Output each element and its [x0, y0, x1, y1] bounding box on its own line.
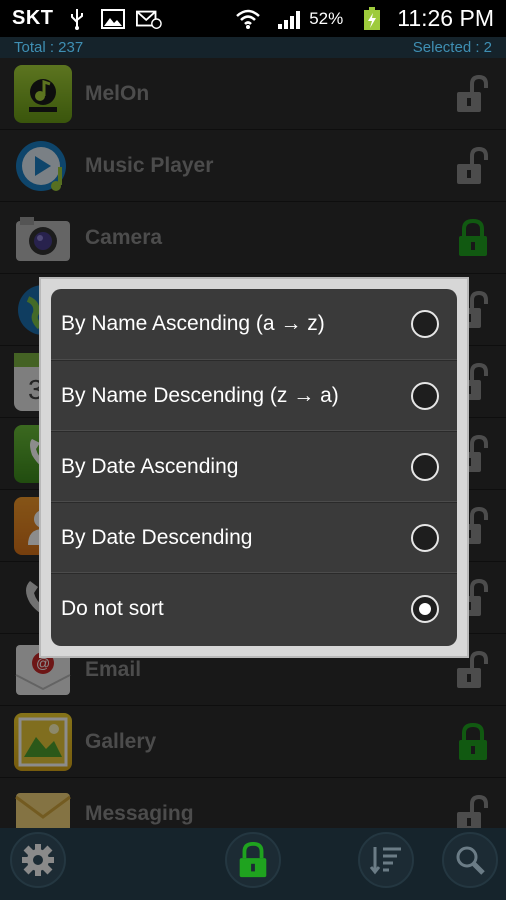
battery-icon: [359, 6, 385, 31]
sort-option-label: By Date Ascending: [61, 454, 239, 478]
info-bar: Total : 237 Selected : 2: [0, 37, 506, 58]
settings-icon: [22, 844, 54, 876]
app-screen: { "status_bar": { "carrier": "SKT", "ico…: [0, 0, 506, 900]
status-bar: SKT 52% 11:26 PM: [0, 0, 506, 37]
search-button[interactable]: [442, 832, 498, 888]
search-icon: [456, 846, 485, 875]
sort-option-label: By Name Ascending (a → z): [61, 312, 325, 335]
usb-icon: [64, 7, 90, 31]
radio-button[interactable]: [411, 452, 439, 481]
clock: 11:26 PM: [397, 5, 494, 31]
sort-option-label: By Date Descending: [61, 525, 253, 549]
radio-button[interactable]: [411, 381, 439, 410]
image-icon: [100, 7, 126, 31]
wifi-icon: [235, 7, 261, 31]
sort-option-none[interactable]: Do not sort: [51, 573, 457, 644]
carrier-label: SKT: [12, 7, 54, 29]
sort-options-list: By Name Ascending (a → z) By Name Descen…: [51, 289, 457, 646]
selected-count: Selected : 2: [412, 39, 492, 56]
lock-icon: [239, 841, 267, 878]
sort-button[interactable]: [358, 832, 414, 888]
sort-option-date-asc[interactable]: By Date Ascending: [51, 431, 457, 502]
sort-dialog: By Name Ascending (a → z) By Name Descen…: [39, 277, 469, 658]
settings-button[interactable]: [10, 832, 66, 888]
bottom-toolbar: [0, 828, 506, 900]
sort-icon: [369, 847, 401, 875]
signal-icon: [277, 7, 303, 31]
sort-option-name-desc[interactable]: By Name Descending (z → a): [51, 360, 457, 431]
sort-option-date-desc[interactable]: By Date Descending: [51, 502, 457, 573]
sort-option-label: By Name Descending (z → a): [61, 383, 339, 407]
sync-mail-icon: [135, 7, 162, 31]
radio-button[interactable]: [411, 310, 439, 338]
battery-percent: 52%: [309, 8, 344, 28]
radio-button-selected[interactable]: [411, 595, 439, 623]
radio-button[interactable]: [411, 523, 439, 552]
lock-button[interactable]: [225, 832, 281, 888]
sort-option-name-asc[interactable]: By Name Ascending (a → z): [51, 289, 457, 360]
sort-option-label: Do not sort: [61, 597, 164, 620]
total-count: Total : 237: [14, 39, 84, 56]
